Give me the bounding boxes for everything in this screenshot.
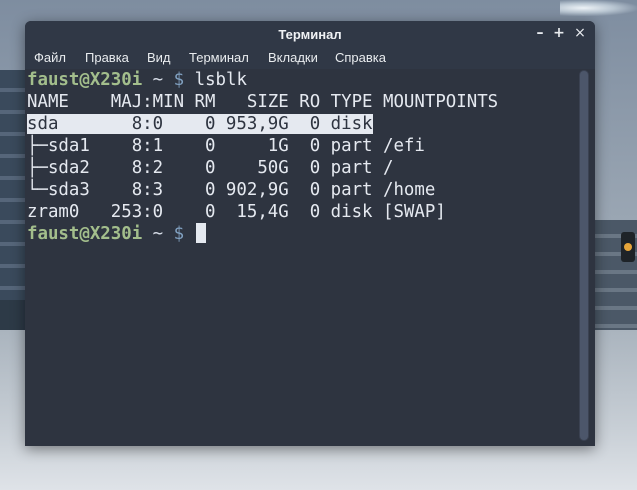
traffic-light-lamp bbox=[624, 243, 632, 251]
menu-file[interactable]: Файл bbox=[34, 50, 66, 65]
input-line[interactable]: faust@X230i ~ $ bbox=[27, 223, 206, 245]
output-header: NAME MAJ:MIN RM SIZE RO TYPE MOUNTPOINTS bbox=[27, 92, 499, 112]
terminal-window[interactable]: Терминал – + × Файл Правка Вид Терминал … bbox=[25, 21, 595, 446]
menu-view[interactable]: Вид bbox=[147, 50, 171, 65]
scrollbar-thumb[interactable] bbox=[580, 71, 588, 440]
window-title: Терминал bbox=[278, 27, 342, 42]
menu-tabs[interactable]: Вкладки bbox=[268, 50, 318, 65]
selected-text: sda 8:0 0 953,9G 0 disk bbox=[27, 114, 373, 134]
text-cursor bbox=[195, 223, 206, 243]
scrollbar[interactable] bbox=[579, 70, 589, 441]
menu-edit[interactable]: Правка bbox=[85, 50, 129, 65]
prompt-symbol: $ bbox=[173, 224, 185, 244]
maximize-button[interactable]: + bbox=[550, 24, 568, 42]
street-lamp bbox=[560, 0, 637, 16]
prompt-path: ~ bbox=[152, 70, 164, 90]
prompt-path: ~ bbox=[152, 224, 164, 244]
prompt-user-host: faust@X230i bbox=[27, 224, 143, 244]
menu-help[interactable]: Справка bbox=[335, 50, 386, 65]
output-line-sda1: ├─sda1 8:1 0 1G 0 part /efi bbox=[27, 136, 425, 156]
output-line-sda: sda 8:0 0 953,9G 0 disk bbox=[27, 113, 373, 135]
output-line-zram0: zram0 253:0 0 15,4G 0 disk [SWAP] bbox=[27, 202, 446, 222]
title-bar[interactable]: Терминал – + × bbox=[25, 21, 595, 47]
close-button[interactable]: × bbox=[571, 24, 589, 42]
prompt-user-host: faust@X230i bbox=[27, 70, 143, 90]
command-text: lsblk bbox=[194, 70, 247, 90]
prompt-symbol: $ bbox=[173, 70, 185, 90]
minimize-button[interactable]: – bbox=[531, 24, 549, 42]
output-line-sda3: └─sda3 8:3 0 902,9G 0 part /home bbox=[27, 180, 436, 200]
output-line-sda2: ├─sda2 8:2 0 50G 0 part / bbox=[27, 158, 394, 178]
terminal-output[interactable]: faust@X230i ~ $ lsblk NAME MAJ:MIN RM SI… bbox=[25, 69, 595, 446]
command-line: faust@X230i ~ $ lsblk bbox=[27, 69, 247, 91]
menu-bar: Файл Правка Вид Терминал Вкладки Справка bbox=[25, 47, 595, 69]
menu-terminal[interactable]: Терминал bbox=[189, 50, 249, 65]
